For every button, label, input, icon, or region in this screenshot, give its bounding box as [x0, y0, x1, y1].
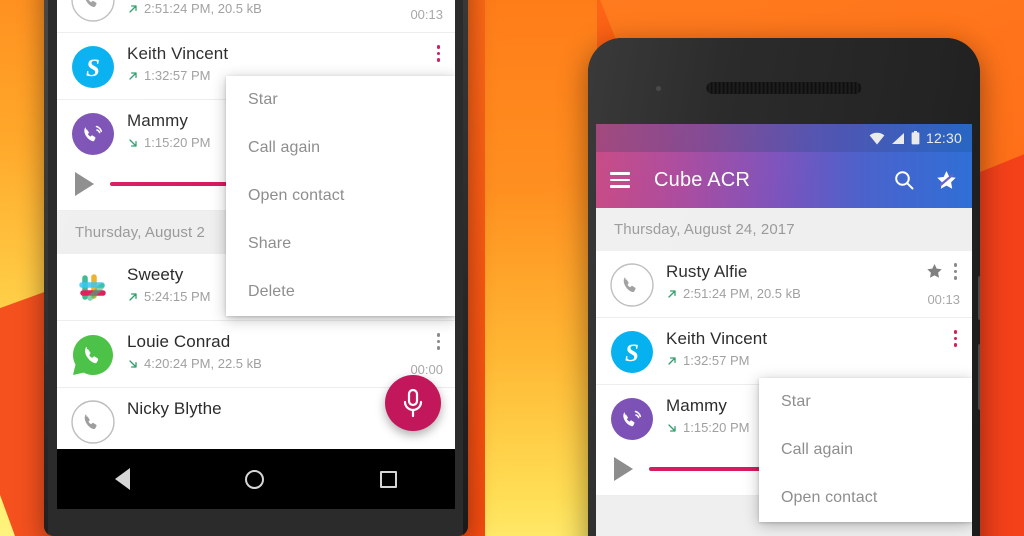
contact-name: Keith Vincent [666, 329, 768, 348]
android-navbar-left[interactable] [57, 449, 455, 509]
cell-signal-icon [891, 132, 904, 144]
call-row-texts: Keith Vincent 1:32:57 PM [666, 328, 906, 368]
slack-icon [71, 266, 115, 310]
call-meta-text: 1:32:57 PM [144, 68, 211, 83]
wifi-icon [869, 132, 885, 144]
hamburger-icon[interactable] [610, 172, 630, 188]
star-filter-icon[interactable] [935, 169, 958, 192]
whatsapp-icon [71, 333, 115, 377]
call-meta: 1:32:57 PM [666, 353, 906, 368]
menu-item-star[interactable]: Star [226, 76, 455, 124]
call-row-texts: Nicky Blythe [127, 398, 389, 419]
phone-left-bezel-right [463, 0, 468, 536]
menu-item-open-contact[interactable]: Open contact [226, 172, 455, 220]
call-row-louie-conrad[interactable]: Louie Conrad 4:20:24 PM, 22.5 kB 00:00 [57, 321, 455, 388]
incoming-call-arrow-icon [129, 359, 137, 368]
menu-item-call-again[interactable]: Call again [759, 426, 972, 474]
call-row-texts: Rusty Alfie 2:51:24 PM, 20.5 kB [127, 0, 389, 16]
call-meta: 2:51:24 PM, 20.5 kB [666, 286, 906, 301]
overflow-menu-button-active[interactable] [434, 43, 444, 64]
generic-phone-icon [71, 400, 115, 444]
call-meta: 2:51:24 PM, 20.5 kB [127, 1, 389, 16]
skype-icon: S [71, 45, 115, 89]
generic-phone-icon [71, 0, 115, 22]
call-duration: 00:13 [927, 292, 960, 307]
contact-name: Louie Conrad [127, 332, 231, 351]
phone-left-bezel-left [44, 0, 48, 536]
call-row-texts: Rusty Alfie 2:51:24 PM, 20.5 kB [666, 261, 906, 301]
incoming-call-arrow-icon [668, 423, 676, 432]
call-meta: 4:20:24 PM, 22.5 kB [127, 356, 389, 371]
call-row-actions: 00:13 [906, 261, 960, 307]
call-row-keith-vincent[interactable]: S Keith Vincent 1:32:57 PM [596, 318, 972, 385]
earpiece-speaker [706, 82, 862, 94]
call-meta-text: 2:51:24 PM, 20.5 kB [683, 286, 801, 301]
outgoing-call-arrow-icon [129, 292, 137, 301]
battery-icon [911, 131, 920, 145]
call-meta-text: 2:51:24 PM, 20.5 kB [144, 1, 262, 16]
microphone-icon [403, 388, 423, 418]
call-meta-text: 1:15:20 PM [144, 135, 211, 150]
contact-name: Keith Vincent [127, 44, 229, 63]
generic-phone-icon [610, 263, 654, 307]
status-bar-time: 12:30 [925, 130, 962, 146]
call-row-rusty-alfie[interactable]: Rusty Alfie 2:51:24 PM, 20.5 kB [596, 251, 972, 318]
viber-icon [610, 397, 654, 441]
viber-icon [71, 112, 115, 156]
background-yellow-band-middle [485, 0, 597, 536]
phone-left-screen: Rusty Alfie 2:51:24 PM, 20.5 kB [57, 0, 455, 449]
menu-item-open-contact[interactable]: Open contact [759, 474, 972, 522]
front-camera-icon [656, 86, 661, 91]
outgoing-call-arrow-icon [129, 71, 137, 80]
play-button-icon[interactable] [75, 172, 94, 196]
overflow-menu-button[interactable] [951, 261, 961, 282]
call-row-actions [906, 328, 960, 374]
menu-item-delete[interactable]: Delete [226, 268, 455, 316]
star-icon[interactable] [926, 263, 943, 280]
call-row-rusty-alfie[interactable]: Rusty Alfie 2:51:24 PM, 20.5 kB [57, 0, 455, 33]
outgoing-call-arrow-icon [668, 289, 676, 298]
date-header: Thursday, August 24, 2017 [596, 208, 972, 251]
call-row-actions: 00:13 [389, 0, 443, 22]
call-meta-text: 1:15:20 PM [683, 420, 750, 435]
home-circle-icon[interactable] [245, 469, 265, 489]
phone-right-device: 12:30 Cube ACR Thursday, August 24, 2017 [588, 38, 980, 536]
svg-text:S: S [86, 55, 100, 82]
call-meta-text: 1:32:57 PM [683, 353, 750, 368]
contact-name: Nicky Blythe [127, 399, 222, 418]
incoming-call-arrow-icon [129, 138, 137, 147]
call-row-actions: 00:00 [389, 331, 443, 377]
outgoing-call-arrow-icon [129, 4, 137, 13]
recents-square-icon[interactable] [380, 470, 398, 488]
skype-icon: S [610, 330, 654, 374]
app-bar: Cube ACR [596, 152, 972, 208]
menu-item-call-again[interactable]: Call again [226, 124, 455, 172]
outgoing-call-arrow-icon [668, 356, 676, 365]
svg-text:S: S [625, 340, 639, 367]
context-menu-right[interactable]: Star Call again Open contact [759, 378, 972, 522]
overflow-menu-button-active[interactable] [951, 328, 961, 349]
app-title: Cube ACR [654, 168, 751, 191]
power-button[interactable] [978, 276, 980, 320]
menu-item-share[interactable]: Share [226, 220, 455, 268]
contact-name: Rusty Alfie [666, 262, 748, 281]
call-meta-text: 5:24:15 PM [144, 289, 211, 304]
phone-right-screen: 12:30 Cube ACR Thursday, August 24, 2017 [596, 124, 972, 536]
context-menu-left[interactable]: Star Call again Open contact Share Delet… [226, 76, 455, 316]
record-fab-button[interactable] [385, 375, 441, 431]
call-row-texts: Louie Conrad 4:20:24 PM, 22.5 kB [127, 331, 389, 371]
android-status-bar: 12:30 [596, 124, 972, 152]
back-triangle-icon[interactable] [114, 468, 130, 490]
call-duration: 00:13 [410, 7, 443, 22]
search-icon[interactable] [893, 169, 915, 191]
call-meta-text: 4:20:24 PM, 22.5 kB [144, 356, 262, 371]
promo-composition: Rusty Alfie 2:51:24 PM, 20.5 kB [0, 0, 1024, 536]
overflow-menu-button[interactable] [434, 331, 444, 352]
menu-item-star[interactable]: Star [759, 378, 972, 426]
phone-left-device: Rusty Alfie 2:51:24 PM, 20.5 kB [44, 0, 468, 536]
play-button-icon[interactable] [614, 457, 633, 481]
volume-button[interactable] [978, 344, 980, 410]
